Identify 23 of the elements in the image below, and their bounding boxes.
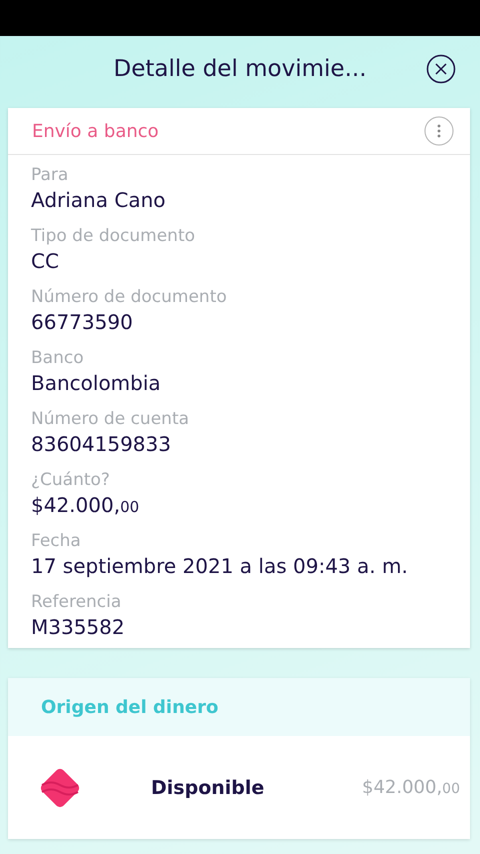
- field-label: Fecha: [31, 531, 82, 551]
- source-amount: $42.000,00: [362, 777, 460, 798]
- field-label: Referencia: [31, 592, 122, 612]
- source-name: Disponible: [151, 776, 266, 798]
- field-label: Banco: [31, 348, 85, 368]
- field-value: Bancolombia: [31, 370, 162, 397]
- field-label: Número de cuenta: [31, 409, 190, 429]
- field-value: 17 septiembre 2021 a las 09:43 a. m.: [31, 553, 409, 580]
- field-value: M335582: [31, 614, 126, 641]
- close-icon[interactable]: [426, 54, 456, 84]
- field-value: 83604159833: [31, 431, 172, 458]
- field-value: 66773590: [31, 309, 134, 336]
- field-label: Para: [31, 165, 70, 185]
- field-label: Tipo de documento: [31, 226, 196, 246]
- field-label: ¿Cuánto?: [31, 470, 111, 490]
- source-row[interactable]: Disponible $42.000,00: [8, 736, 470, 839]
- field-value: $42.000,00: [31, 492, 140, 519]
- section-title: Origen del dinero: [41, 696, 218, 718]
- card-title: Envío a banco: [32, 120, 159, 142]
- field-value: CC: [31, 248, 60, 275]
- screen-title: Detalle del movimie...: [113, 56, 367, 82]
- field-value: Adriana Cano: [31, 187, 166, 214]
- field-label: Número de documento: [31, 287, 228, 307]
